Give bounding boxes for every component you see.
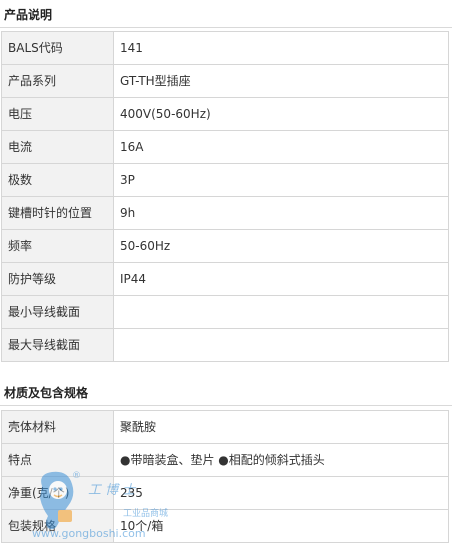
material-section-title: 材质及包含规格 xyxy=(4,386,89,400)
table-row: 频率 50-60Hz xyxy=(1,229,449,263)
row-label: 防护等级 xyxy=(1,262,114,296)
table-row: 防护等级 IP44 xyxy=(1,262,449,296)
row-label: 键槽时针的位置 xyxy=(1,196,114,230)
row-label: 频率 xyxy=(1,229,114,263)
product-section-divider xyxy=(0,27,452,28)
row-label: 净重(克/个) xyxy=(1,476,114,510)
table-row: 壳体材料 聚酰胺 xyxy=(1,410,449,444)
row-label: 包装规格 xyxy=(1,509,114,543)
row-value: 10个/箱 xyxy=(113,509,449,543)
product-spec-table: BALS代码 141 产品系列 GT-TH型插座 电压 400V(50-60Hz) 电… xyxy=(1,31,449,362)
row-label: 特点 xyxy=(1,443,114,477)
row-value: 3P xyxy=(113,163,449,197)
row-value: 聚酰胺 xyxy=(113,410,449,444)
row-value: ●带暗装盒、垫片 ●相配的倾斜式插头 xyxy=(113,443,449,477)
table-row: 净重(克/个) 235 xyxy=(1,476,449,510)
table-row: 最大导线截面 xyxy=(1,328,449,362)
row-label: 产品系列 xyxy=(1,64,114,98)
row-label: BALS代码 xyxy=(1,31,114,65)
row-value: 400V(50-60Hz) xyxy=(113,97,449,131)
row-value: GT-TH型插座 xyxy=(113,64,449,98)
row-value: 9h xyxy=(113,196,449,230)
table-row: 电流 16A xyxy=(1,130,449,164)
material-section-divider xyxy=(0,405,452,406)
table-row: 最小导线截面 xyxy=(1,295,449,329)
table-row: BALS代码 141 xyxy=(1,31,449,65)
material-spec-table: 壳体材料 聚酰胺 特点 ●带暗装盒、垫片 ●相配的倾斜式插头 净重(克/个) 235 … xyxy=(1,410,449,543)
row-label: 最大导线截面 xyxy=(1,328,114,362)
row-label: 极数 xyxy=(1,163,114,197)
row-value xyxy=(113,295,449,329)
table-row: 包装规格 10个/箱 xyxy=(1,509,449,543)
row-value: 16A xyxy=(113,130,449,164)
row-label: 电压 xyxy=(1,97,114,131)
row-label: 最小导线截面 xyxy=(1,295,114,329)
row-label: 电流 xyxy=(1,130,114,164)
row-value: 141 xyxy=(113,31,449,65)
row-value xyxy=(113,328,449,362)
table-row: 键槽时针的位置 9h xyxy=(1,196,449,230)
table-row: 产品系列 GT-TH型插座 xyxy=(1,64,449,98)
row-value: 235 xyxy=(113,476,449,510)
row-value: 50-60Hz xyxy=(113,229,449,263)
row-value: IP44 xyxy=(113,262,449,296)
table-row: 电压 400V(50-60Hz) xyxy=(1,97,449,131)
table-row: 特点 ●带暗装盒、垫片 ●相配的倾斜式插头 xyxy=(1,443,449,477)
table-row: 极数 3P xyxy=(1,163,449,197)
row-label: 壳体材料 xyxy=(1,410,114,444)
product-section-title: 产品说明 xyxy=(4,8,53,22)
